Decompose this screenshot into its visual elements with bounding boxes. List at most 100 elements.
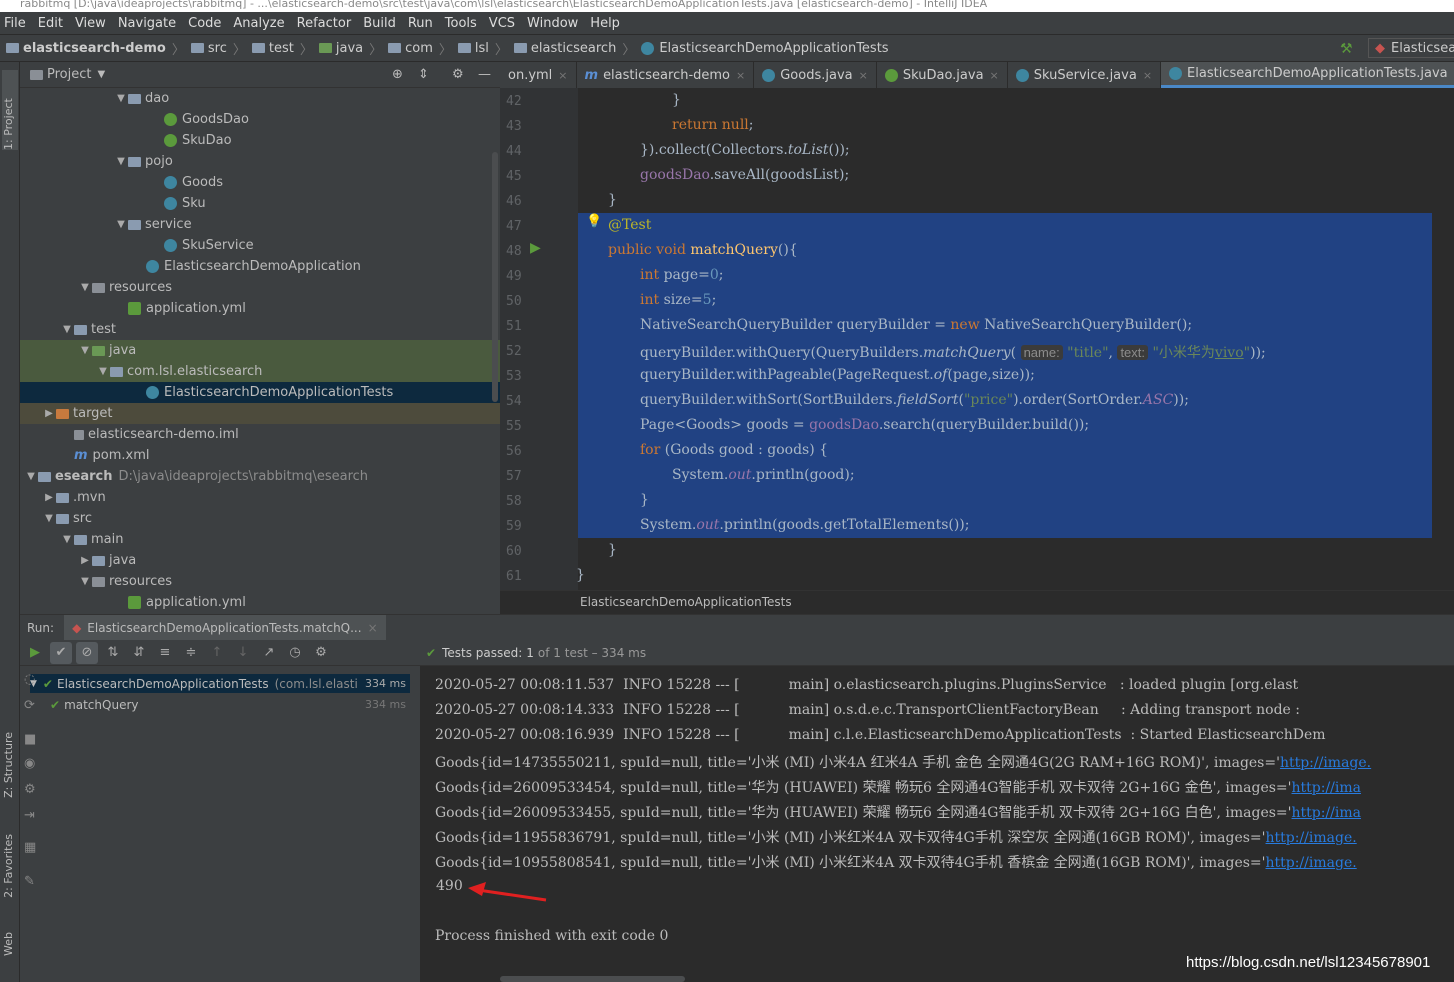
locate-icon[interactable]: ⊕ [392, 67, 403, 82]
project-scrollbar[interactable] [492, 152, 498, 402]
collapse-all-icon[interactable]: ≑ [180, 642, 202, 664]
show-passed-icon[interactable]: ✔ [50, 641, 72, 664]
chevron-down-icon[interactable]: ▼ [42, 508, 56, 529]
show-ignored-icon[interactable]: ⊘ [76, 641, 98, 664]
menu-refactor[interactable]: Refactor [297, 16, 352, 31]
breadcrumb-item[interactable]: elasticsearch 〉 [513, 39, 641, 58]
tree-item[interactable]: ▶ target [20, 403, 500, 424]
chevron-down-icon[interactable]: ▼ [114, 214, 128, 235]
stop-icon[interactable]: ◌ [24, 672, 35, 687]
chevron-down-icon[interactable]: ▼ [96, 361, 110, 382]
pause-icon[interactable]: ■ [24, 732, 36, 747]
tree-item[interactable]: ▼ service [20, 214, 500, 235]
menu-run[interactable]: Run [408, 16, 433, 31]
breadcrumb-item[interactable]: test 〉 [251, 39, 319, 58]
test-suite-row[interactable]: ▼ ✔ ElasticsearchDemoApplicationTests (c… [30, 674, 410, 693]
chevron-down-icon[interactable]: ▼ [24, 466, 38, 487]
rerun-failed-icon[interactable]: ⟳ [24, 698, 35, 713]
close-icon[interactable]: × [1143, 69, 1152, 82]
tree-item[interactable]: ▼ dao [20, 88, 500, 109]
next-icon[interactable]: ↓ [232, 642, 254, 664]
chevron-down-icon[interactable]: ▼ [78, 571, 92, 592]
web-tool-tab[interactable]: Web [2, 932, 15, 956]
expand-all-icon[interactable]: ≡ [154, 642, 176, 664]
close-icon[interactable]: × [558, 69, 567, 82]
menu-build[interactable]: Build [363, 16, 396, 31]
menu-vcs[interactable]: VCS [489, 16, 515, 31]
editor-tab[interactable]: on.yml × [500, 62, 577, 88]
layout-icon[interactable]: ▦ [24, 840, 36, 855]
image-link[interactable]: http://ima [1292, 780, 1361, 796]
gear-icon[interactable]: ⚙ [24, 782, 36, 797]
tree-item[interactable]: application.yml [20, 592, 500, 613]
exit-icon[interactable]: ⇥ [24, 808, 35, 823]
menu-code[interactable]: Code [188, 16, 221, 31]
camera-icon[interactable]: ◉ [24, 756, 35, 771]
image-link[interactable]: http://ima [1292, 805, 1361, 821]
tree-item[interactable]: ▼ resources [20, 277, 500, 298]
project-tool-tab[interactable]: 1: Project [2, 70, 18, 150]
tree-item[interactable]: ▼ esearch D:\java\ideaprojects\rabbitmq\es… [20, 466, 500, 487]
tree-item[interactable]: GoodsDao [20, 109, 500, 130]
tree-item[interactable]: m pom.xml [20, 445, 500, 466]
tree-item[interactable]: elasticsearch-demo.iml [20, 424, 500, 445]
tree-item[interactable]: SkuDao [20, 130, 500, 151]
tree-item[interactable]: ▼ resources [20, 571, 500, 592]
breadcrumb-item[interactable]: src 〉 [190, 39, 252, 58]
project-view-selector[interactable]: Project [47, 67, 91, 82]
rerun-icon[interactable]: ▶ [24, 642, 46, 664]
tree-item[interactable]: ▼ src [20, 508, 500, 529]
breadcrumb-item[interactable]: lsl 〉 [457, 39, 514, 58]
gear-icon[interactable]: ⚙ [452, 67, 464, 82]
close-icon[interactable]: × [736, 69, 745, 82]
hide-icon[interactable]: — [478, 67, 491, 82]
chevron-right-icon[interactable]: ▶ [78, 550, 92, 571]
previous-icon[interactable]: ↑ [206, 642, 228, 664]
breadcrumb-item[interactable]: com 〉 [388, 39, 458, 58]
chevron-down-icon[interactable]: ▼ [97, 69, 105, 80]
tree-item[interactable]: ▶ java [20, 550, 500, 571]
collapse-icon[interactable]: ⇕ [418, 67, 429, 82]
export-icon[interactable]: ↗ [258, 642, 280, 664]
tree-item[interactable]: ▼ main [20, 529, 500, 550]
tree-item[interactable]: Sku [20, 193, 500, 214]
sort-duration-icon[interactable]: ⇵ [128, 642, 150, 664]
console-hscrollbar[interactable] [500, 976, 685, 982]
run-config-tab[interactable]: ◆ ElasticsearchDemoApplicationTests.matc… [64, 614, 386, 641]
chevron-down-icon[interactable]: ▼ [78, 277, 92, 298]
menu-edit[interactable]: Edit [38, 16, 63, 31]
editor-tab[interactable]: m elasticsearch-demo × [577, 62, 755, 88]
editor-tab[interactable]: Goods.java × [754, 62, 877, 88]
editor-tab[interactable]: SkuService.java × [1008, 62, 1162, 88]
tree-item[interactable]: Goods [20, 172, 500, 193]
sort-alpha-icon[interactable]: ⇅ [102, 642, 124, 664]
tree-item[interactable]: ▶ .mvn [20, 487, 500, 508]
chevron-down-icon[interactable]: ▼ [114, 88, 128, 109]
structure-tool-tab[interactable]: Z: Structure [2, 732, 15, 798]
tree-item[interactable]: application.yml [20, 298, 500, 319]
settings-icon[interactable]: ⚙ [310, 642, 332, 664]
breadcrumb-item[interactable]: elasticsearch-demo 〉 [6, 39, 191, 58]
menu-view[interactable]: View [75, 16, 106, 31]
tree-item[interactable]: ▼ java [20, 340, 500, 361]
menu-window[interactable]: Window [527, 16, 578, 31]
menu-file[interactable]: File [4, 16, 26, 31]
run-test-gutter-icon[interactable]: ▶ [530, 240, 541, 256]
tree-item[interactable]: ElasticsearchDemoApplicationTests [20, 382, 500, 403]
chevron-right-icon[interactable]: ▶ [42, 403, 56, 424]
chevron-down-icon[interactable]: ▼ [78, 340, 92, 361]
breadcrumb-item[interactable]: java 〉 [318, 39, 388, 58]
build-hammer-icon[interactable]: ⚒ [1340, 41, 1353, 57]
close-icon[interactable]: × [368, 621, 378, 635]
tree-item[interactable]: ▼ test [20, 319, 500, 340]
menu-analyze[interactable]: Analyze [233, 16, 284, 31]
pin-icon[interactable]: ✎ [24, 874, 35, 889]
menu-navigate[interactable]: Navigate [118, 16, 176, 31]
history-icon[interactable]: ◷ [284, 642, 306, 664]
editor-tab[interactable]: ElasticsearchDemoApplicationTests.java× [1161, 62, 1454, 88]
image-link[interactable]: http://image. [1266, 830, 1357, 846]
editor-tab[interactable]: SkuDao.java × [877, 62, 1008, 88]
breadcrumb-item[interactable]: ElasticsearchDemoApplicationTests [641, 41, 889, 56]
image-link[interactable]: http://image. [1280, 755, 1371, 771]
chevron-right-icon[interactable]: ▶ [42, 487, 56, 508]
